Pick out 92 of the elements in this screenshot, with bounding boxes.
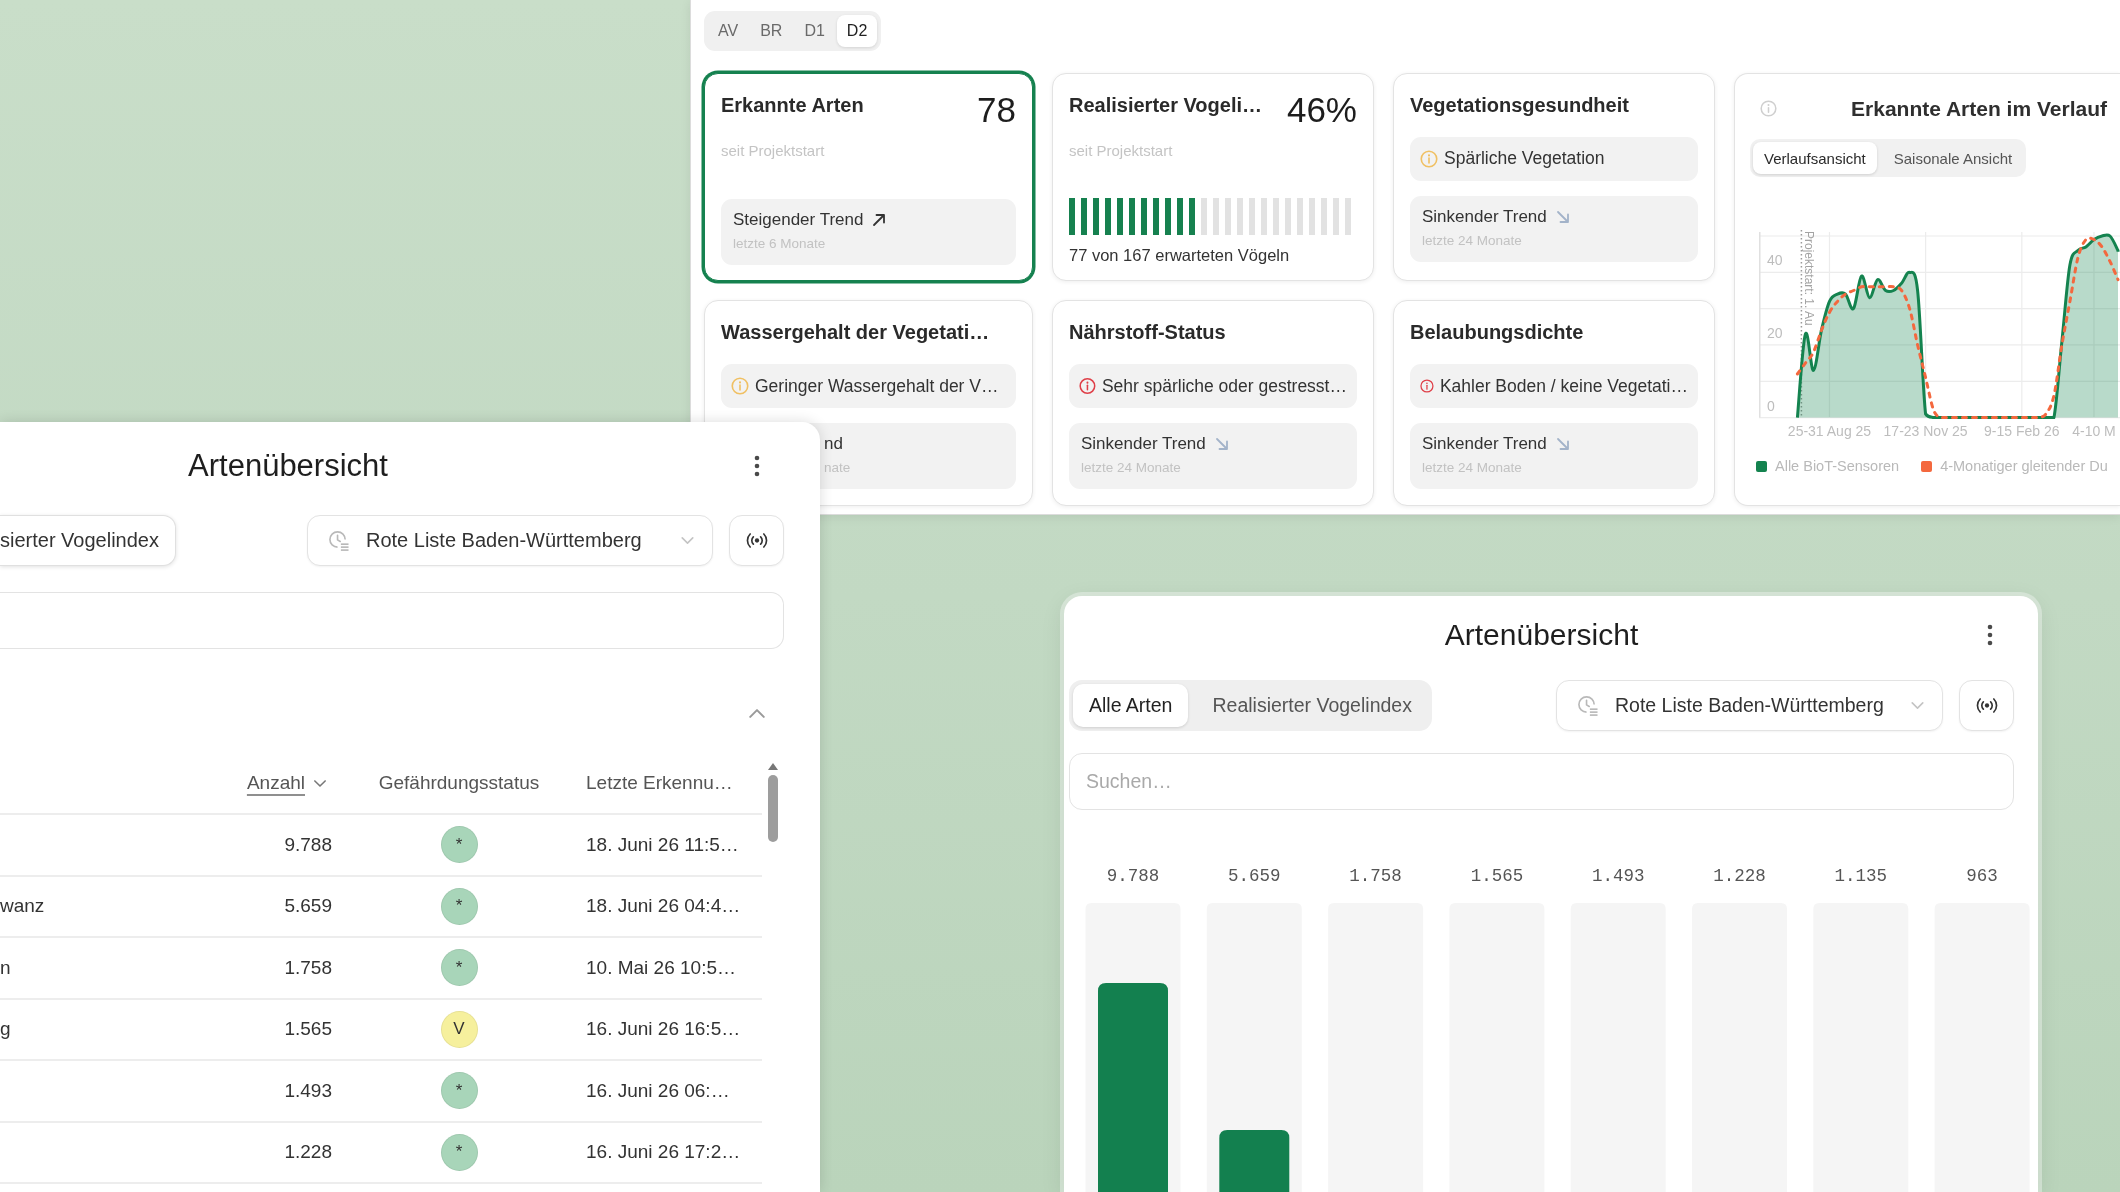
metric-value: 78 (977, 92, 1016, 127)
panel-title: Artenübersicht (188, 448, 388, 484)
axis-label: 4-10 M (2072, 423, 2116, 439)
count-value: 1.493 (284, 1079, 332, 1102)
count-value: 5.659 (284, 895, 332, 918)
card-subtitle: seit Projektstart (1069, 141, 1174, 160)
site-tab[interactable]: BR (750, 15, 793, 47)
axis-label: 25-31 Aug 25 (1787, 423, 1872, 439)
card-title: Wassergehalt der Vegetati… (721, 320, 990, 344)
species-name: wanz (0, 895, 46, 918)
more-icon[interactable] (754, 455, 760, 477)
card-title: Nährstoff-Status (1069, 320, 1226, 344)
trend-label: Steigender Trend (733, 208, 864, 231)
search-field[interactable]: Suchen… (1069, 753, 2014, 810)
value-label: 963 (1966, 865, 1998, 887)
card-subtitle: seit Projektstart (721, 141, 826, 160)
site-tab[interactable]: D1 (794, 15, 835, 47)
site-tab[interactable]: D2 (836, 15, 878, 47)
species-name: n (0, 956, 12, 979)
chart-title: Erkannte Arten im Verlauf (1851, 96, 2108, 121)
value-label: 1.565 (1470, 865, 1524, 887)
axis-label: 0 (1767, 397, 1775, 414)
clock-icon (328, 530, 349, 551)
value-label: 9.788 (1106, 865, 1160, 887)
panel-title: Artenübersicht (1444, 618, 1639, 652)
trend-label: Sinkender Trend (1422, 205, 1547, 228)
info-icon (1760, 100, 1777, 117)
last-seen-date: 18. Juni 26 04:4… (586, 895, 742, 918)
column-header[interactable]: Gefährdungsstatus (378, 772, 540, 794)
status-text: Sehr spärliche oder gestresst… (1101, 375, 1347, 397)
axis-label: 20 (1767, 324, 1783, 341)
status-badge: * (440, 1072, 478, 1110)
trend-label: nd (824, 433, 843, 455)
status-text: Geringer Wassergehalt der V… (755, 375, 999, 397)
filter-dropdown[interactable]: Rote Liste Baden-Württemberg (307, 515, 713, 566)
last-seen-date: 16. Juni 26 06:… (586, 1079, 731, 1102)
clock-icon (1577, 695, 1598, 716)
status-badge: * (440, 887, 478, 925)
axis-label: 9-15 Feb 26 (1984, 423, 2060, 439)
axis-label: 17-23 Nov 25 (1883, 423, 1968, 439)
broadcast-icon (1975, 698, 1998, 713)
axis-label: 40 (1767, 252, 1783, 269)
status-text: Spärliche Vegetation (1444, 148, 1605, 169)
tab[interactable]: sierter Vogelindex (0, 515, 176, 566)
status-badge: * (440, 949, 478, 987)
last-seen-date: 16. Juni 26 16:5… (586, 1018, 742, 1041)
count-value: 1.758 (284, 956, 332, 979)
last-seen-date: 16. Juni 26 17:2… (586, 1141, 742, 1164)
chevron-up-icon[interactable] (749, 708, 765, 718)
value-label: 5.659 (1228, 865, 1281, 887)
tab[interactable]: Realisierter Vogelindex (1196, 684, 1428, 727)
value-label: 1.135 (1834, 865, 1888, 887)
species-name: g (0, 1018, 12, 1041)
card-title: Realisierter Vogeli… (1069, 92, 1263, 117)
column-header[interactable]: Letzte Erkennu… (586, 772, 762, 794)
count-value: 1.565 (284, 1018, 332, 1041)
card-title: Erkannte Arten (721, 92, 864, 117)
chevron-down-icon (1911, 702, 1924, 709)
sensor-button[interactable] (729, 515, 784, 566)
legend-label: 4-Monatiger gleitender Du (1940, 457, 2108, 476)
value-label: 1.493 (1591, 865, 1645, 887)
scrollbar[interactable] (767, 763, 779, 842)
last-seen-date: 18. Juni 26 11:5… (586, 833, 740, 856)
status-badge: V (440, 1010, 478, 1048)
status-badge: * (440, 1133, 478, 1171)
card-title: Vegetationsgesundheit (1410, 92, 1629, 117)
status-text: Kahler Boden / keine Vegetati… (1439, 375, 1688, 397)
value-label: 1.228 (1713, 865, 1766, 887)
view-tab[interactable]: Saisonale Ansicht (1882, 142, 2024, 174)
view-tab[interactable]: Verlaufsansicht (1753, 142, 1877, 174)
column-header[interactable]: Anzahl (246, 772, 326, 794)
last-seen-date: 10. Mai 26 10:5… (586, 956, 737, 979)
annotation-label: Projektstart: 1. Au (1802, 231, 1817, 326)
trend-label: Sinkender Trend (1422, 433, 1547, 455)
count-value: 9.788 (284, 833, 332, 856)
chevron-down-icon (681, 537, 694, 544)
count-value: 1.228 (284, 1141, 332, 1164)
value-label: 1.758 (1349, 865, 1402, 887)
sensor-button[interactable] (1959, 680, 2014, 731)
chevron-down-icon (314, 779, 326, 787)
filter-dropdown[interactable]: Rote Liste Baden-Württemberg (1556, 680, 1943, 731)
tab[interactable]: Alle Arten (1073, 684, 1189, 727)
search-field[interactable] (0, 592, 784, 649)
metric-value: 46% (1286, 92, 1357, 127)
site-tab[interactable]: AV (708, 15, 749, 47)
legend-label: Alle BioT-Sensoren (1775, 457, 1900, 476)
trend-label: Sinkender Trend (1081, 433, 1206, 455)
progress-caption: 77 von 167 erwarteten Vögeln (1069, 244, 1291, 265)
status-badge: * (440, 826, 478, 864)
broadcast-icon (745, 533, 768, 548)
card-title: Belaubungsdichte (1410, 320, 1584, 344)
more-icon[interactable] (1987, 624, 1993, 646)
